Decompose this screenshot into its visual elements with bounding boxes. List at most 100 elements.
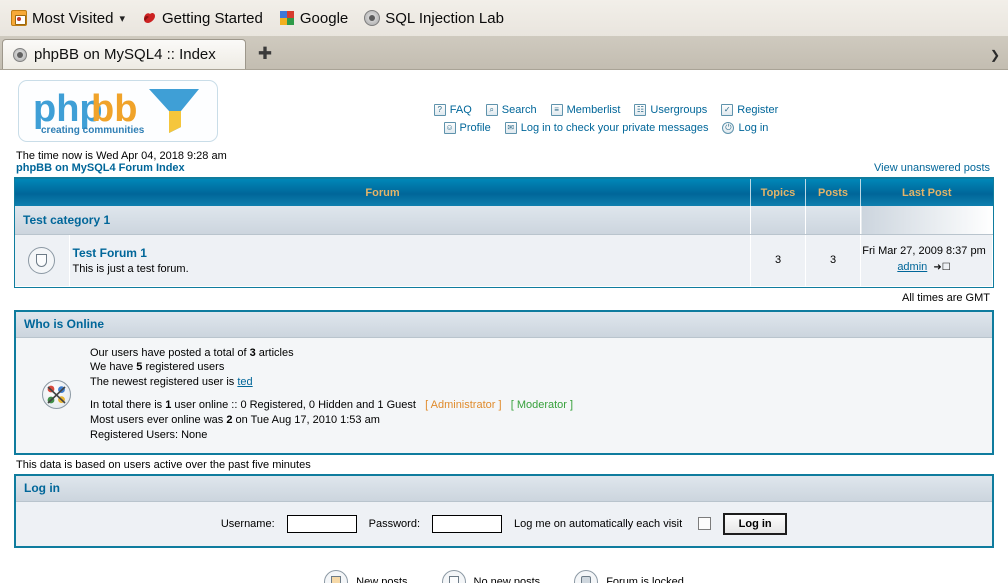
nav-link-search[interactable]: ⌕ Search (485, 104, 537, 116)
nav-link-private-messages[interactable]: ✉ Log in to check your private messages (504, 122, 709, 134)
list-all-tabs-button[interactable]: ❯ (986, 45, 1004, 65)
bookmark-getting-started[interactable]: Getting Started (134, 7, 270, 30)
nav-link-label: Log in to check your private messages (520, 122, 709, 134)
forum-category-row: Test category 1 (15, 206, 993, 235)
forum-navigation: ? FAQ ⌕ Search ≡ Memberlist ☷ Usergroups (218, 80, 994, 140)
forum-locked-icon (574, 569, 599, 583)
breadcrumb-row: phpBB on MySQL4 Forum Index View unanswe… (14, 162, 994, 174)
nav-link-usergroups[interactable]: ☷ Usergroups (634, 104, 707, 116)
nav-link-login[interactable]: ⏻ Log in (722, 122, 768, 134)
stat-most-ever-online: Most users ever online was 2 on Tue Aug … (90, 413, 380, 426)
usergroups-icon: ☷ (634, 104, 647, 116)
autologin-checkbox[interactable] (698, 517, 712, 531)
browser-chrome: Most Visited ▾ Getting Started Google SQ… (0, 0, 1008, 70)
tab-title: phpBB on MySQL4 :: Index (34, 46, 216, 63)
new-tab-button[interactable]: ✚ (246, 39, 284, 69)
forum-list-table: Forum Topics Posts Last Post Test catego… (14, 177, 994, 288)
forum-legend: New posts No new posts Forum is locked (14, 569, 994, 583)
bookmark-label: Getting Started (161, 9, 263, 27)
legend-forum-locked: Forum is locked (574, 569, 684, 583)
bookmark-most-visited[interactable]: Most Visited ▾ (4, 7, 132, 30)
forum-description: This is just a test forum. (72, 262, 189, 275)
who-is-online-title[interactable]: Who is Online (24, 317, 104, 331)
stat-newest-user: The newest registered user is ted (90, 376, 253, 389)
legend-label: New posts (356, 575, 408, 583)
bookmarks-bar: Most Visited ▾ Getting Started Google SQ… (0, 0, 1008, 36)
goto-last-post-icon[interactable]: ➜☐ (933, 261, 950, 276)
who-is-online-body: Our users have posted a total of 3 artic… (16, 337, 992, 453)
getting-started-icon (141, 10, 157, 26)
chevron-down-icon: ▾ (119, 12, 125, 25)
nav-row-secondary: ☺ Profile ✉ Log in to check your private… (218, 122, 994, 134)
login-icon: ⏻ (722, 122, 735, 134)
nav-link-label: Register (737, 104, 779, 116)
view-unanswered-posts-link[interactable]: View unanswered posts (874, 162, 994, 174)
nav-link-faq[interactable]: ? FAQ (433, 104, 472, 116)
password-input[interactable] (432, 514, 502, 533)
globe-icon (13, 47, 27, 62)
stat-registered-users: We have 5 registered users (90, 361, 225, 374)
tab-bar: phpBB on MySQL4 :: Index ✚ ❯ (0, 36, 1008, 69)
login-form: Username: Password: Log me on automatica… (16, 501, 992, 546)
nav-link-profile[interactable]: ☺ Profile (443, 122, 491, 134)
tab-phpbb-index[interactable]: phpBB on MySQL4 :: Index (2, 39, 246, 69)
login-panel-title[interactable]: Log in (24, 481, 60, 495)
who-is-online-panel: Who is Online Our users have posted a to… (14, 309, 994, 455)
table-row: Test Forum 1 This is just a test forum. … (15, 234, 993, 287)
column-header-last-post: Last Post (860, 179, 993, 206)
column-header-topics: Topics (750, 179, 806, 206)
column-header-forum: Forum (15, 179, 751, 206)
private-messages-icon: ✉ (504, 122, 517, 134)
category-topics-cell (750, 206, 806, 235)
no-new-posts-icon (441, 569, 466, 583)
forum-status-cell (15, 234, 70, 287)
forum-posts-count: 3 (805, 234, 861, 287)
username-input[interactable] (286, 514, 357, 533)
faq-icon: ? (433, 104, 446, 116)
bookmark-google[interactable]: Google (272, 7, 355, 30)
most-visited-icon (11, 10, 27, 26)
newest-user-link[interactable]: ted (237, 376, 252, 388)
phpbb-logo[interactable]: php bb creating communities (18, 80, 218, 142)
legend-no-new-posts: No new posts (441, 569, 540, 583)
no-new-posts-icon (28, 246, 56, 274)
nav-link-label: FAQ (449, 104, 472, 116)
nav-link-register[interactable]: ✓ Register (721, 104, 778, 116)
who-is-online-header: Who is Online (16, 311, 992, 338)
who-is-online-footnote: This data is based on users active over … (16, 458, 311, 471)
nav-link-label: Memberlist (566, 104, 621, 116)
bookmark-label: Google (299, 9, 349, 27)
memberlist-icon: ≡ (550, 104, 563, 116)
category-posts-cell (805, 206, 861, 235)
username-label: Username: (220, 517, 275, 530)
current-time: The time now is Wed Apr 04, 2018 9:28 am (16, 150, 227, 162)
who-is-online-stats: Our users have posted a total of 3 artic… (90, 346, 982, 443)
stat-online-now: In total there is 1 user online :: 0 Reg… (90, 399, 574, 412)
nav-link-label: Search (501, 104, 537, 116)
nav-link-label: Log in (738, 122, 769, 134)
rank-moderator-label: [ Moderator ] (510, 399, 574, 412)
forum-table-header-row: Forum Topics Posts Last Post (15, 179, 993, 206)
login-submit-button[interactable]: Log in (723, 512, 788, 535)
nav-link-memberlist[interactable]: ≡ Memberlist (550, 104, 621, 116)
last-post-author-link[interactable]: admin (897, 261, 927, 273)
breadcrumb-forum-index[interactable]: phpBB on MySQL4 Forum Index (16, 162, 185, 174)
svg-text:creating communities: creating communities (41, 125, 145, 136)
category-title[interactable]: Test category 1 (15, 206, 751, 235)
bookmark-label: Most Visited (32, 9, 114, 27)
register-icon: ✓ (721, 104, 734, 116)
last-post-date: Fri Mar 27, 2009 8:37 pm (862, 245, 986, 258)
forum-info-cell: Test Forum 1 This is just a test forum. (69, 234, 751, 287)
page-viewport: php bb creating communities ? FAQ ⌕ Sear… (0, 70, 1008, 583)
who-is-online-icon (41, 379, 71, 409)
legend-label: Forum is locked (606, 575, 684, 583)
forum-header: php bb creating communities ? FAQ ⌕ Sear… (14, 78, 994, 142)
stat-registered-users-list: Registered Users: None (90, 428, 208, 441)
svg-text:bb: bb (91, 88, 137, 130)
nav-row-primary: ? FAQ ⌕ Search ≡ Memberlist ☷ Usergroups (218, 104, 994, 116)
bookmark-sql-injection-lab[interactable]: SQL Injection Lab (357, 7, 511, 30)
google-icon (279, 10, 295, 26)
forum-name-link[interactable]: Test Forum 1 (71, 246, 750, 260)
column-header-posts: Posts (805, 179, 861, 206)
profile-icon: ☺ (443, 122, 456, 134)
